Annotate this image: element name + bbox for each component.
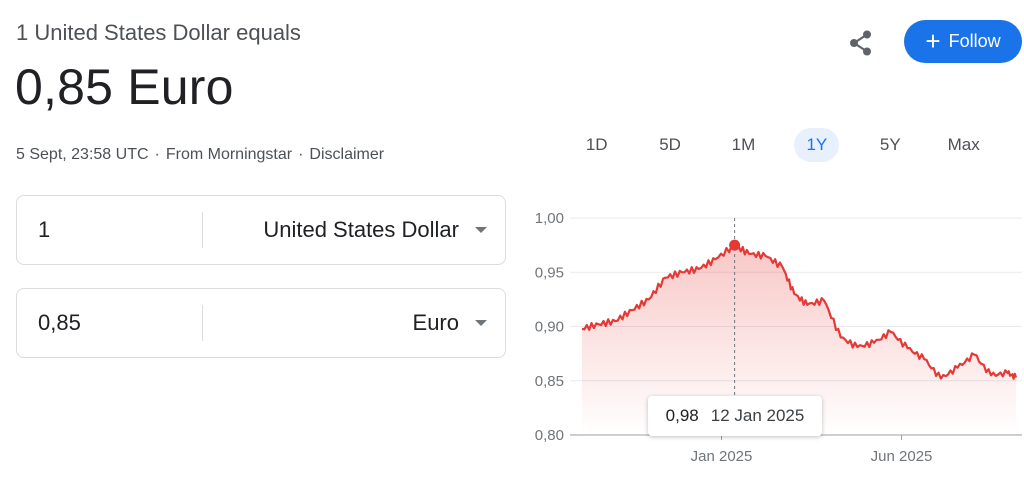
chart-tooltip: 0,98 12 Jan 2025 [648,396,822,436]
tab-max[interactable]: Max [927,126,1000,164]
plus-icon: + [925,25,941,56]
share-icon [850,30,871,56]
from-currency-label: United States Dollar [263,217,459,242]
y-tick-label: 1,00 [535,210,564,227]
hover-point [729,239,741,251]
conversion-result: 0,85 Euro [15,59,234,115]
x-tick-label: Jun 2025 [871,448,933,465]
y-tick-label: 0,90 [535,319,564,336]
y-tick-label: 0,80 [535,427,564,444]
meta-line: 5 Sept, 23:58 UTC · From Morningstar · Discl… [16,146,384,164]
separator-dot: · [154,146,160,163]
dropdown-caret-icon [475,320,487,326]
to-currency-row: 0,85 Euro [16,288,506,358]
timestamp: 5 Sept, 23:58 UTC [16,146,149,163]
tooltip-value: 0,98 [665,406,699,425]
range-tabs: 1D 5D 1M 1Y 5Y Max [560,126,1000,164]
tab-label: Max [947,135,980,154]
y-tick-label: 0,95 [535,264,564,281]
tab-1y[interactable]: 1Y [780,126,853,164]
tab-1d[interactable]: 1D [560,126,633,164]
follow-label: Follow [948,31,1001,51]
source-link[interactable]: From Morningstar [166,146,292,163]
tab-label: 1M [731,135,756,154]
dropdown-caret-icon [475,227,487,233]
to-currency-select[interactable]: Euro [203,310,505,336]
tab-label: 5Y [879,135,901,154]
to-currency-label: Euro [412,310,459,335]
y-tick-label: 0,85 [535,373,564,390]
tab-1m[interactable]: 1M [707,126,780,164]
tooltip-date: 12 Jan 2025 [710,406,805,425]
tab-label: 5D [659,135,681,154]
separator-dot: · [298,146,304,163]
tab-label: 1Y [794,128,840,162]
disclaimer-link[interactable]: Disclaimer [309,146,384,163]
from-amount-input[interactable]: 1 [17,217,202,243]
from-currency-select[interactable]: United States Dollar [203,217,505,243]
share-button[interactable] [840,22,882,64]
follow-button[interactable]: + Follow [904,20,1022,63]
from-currency-row: 1 United States Dollar [16,195,506,265]
x-tick-label: Jan 2025 [691,448,753,465]
tab-label: 1D [585,135,608,154]
conversion-subtitle: 1 United States Dollar equals [16,20,301,45]
to-amount-input[interactable]: 0,85 [17,310,202,336]
tab-5d[interactable]: 5D [633,126,706,164]
tab-5y[interactable]: 5Y [854,126,927,164]
